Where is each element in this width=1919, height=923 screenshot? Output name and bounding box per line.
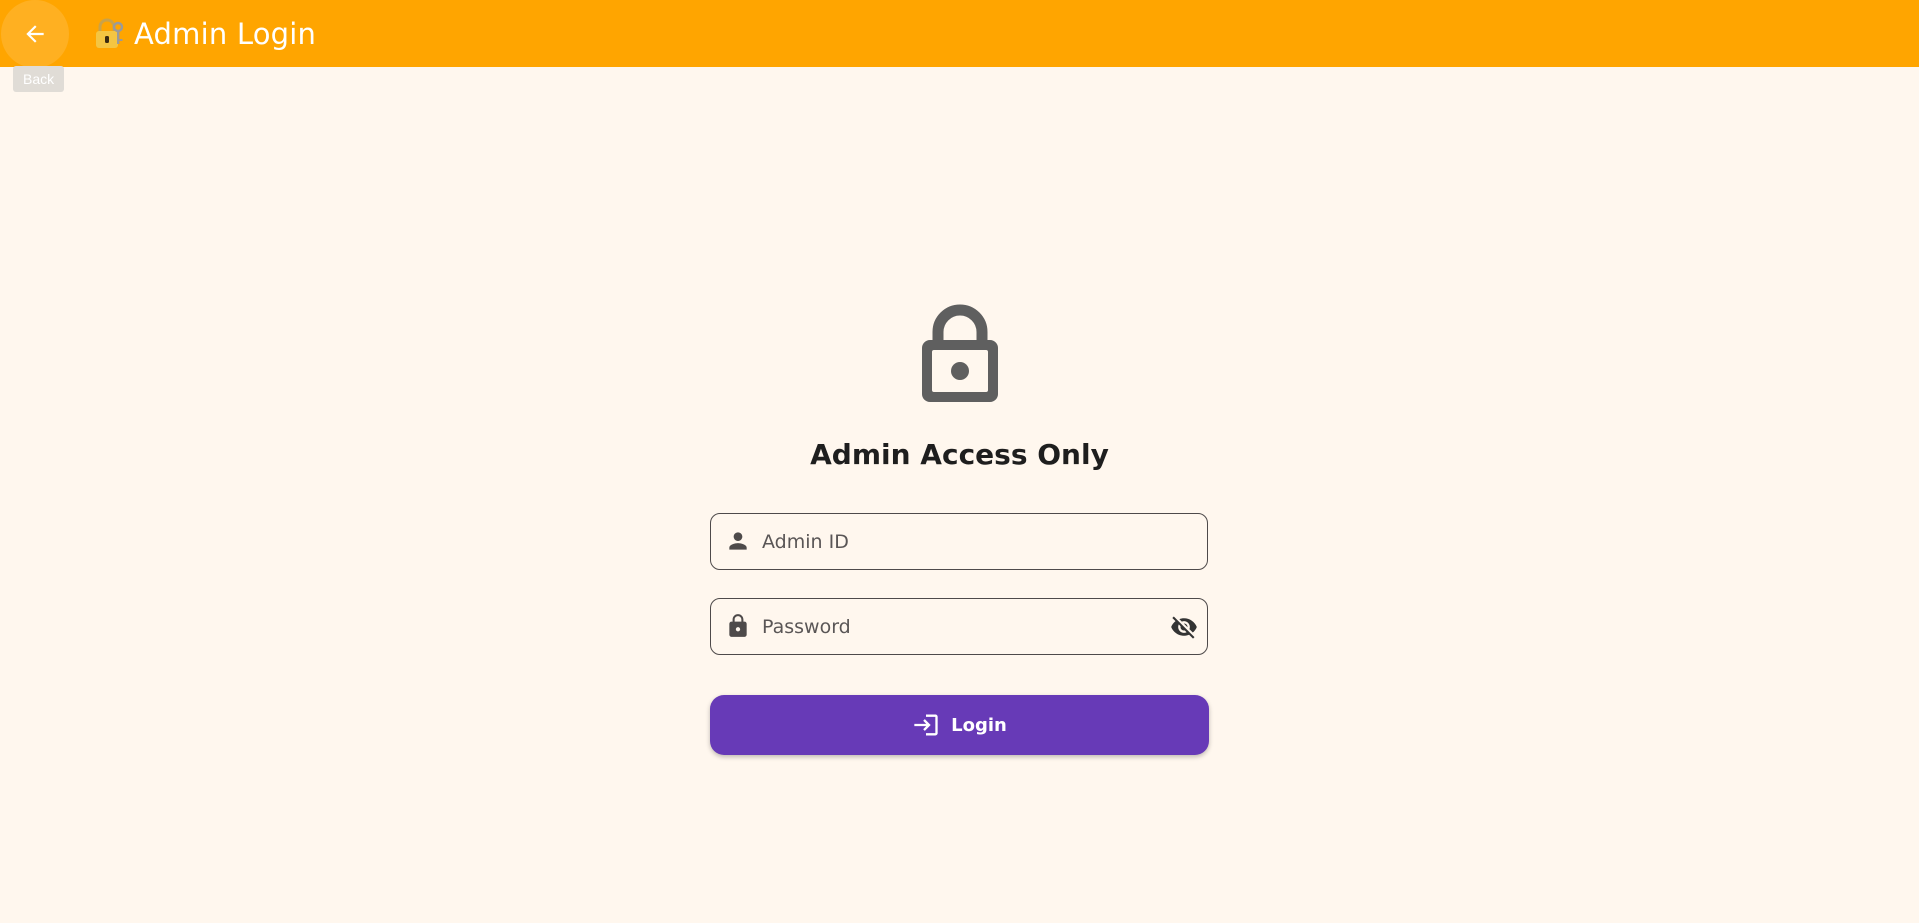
back-button[interactable]: [1, 0, 69, 68]
login-icon: [914, 714, 938, 736]
lock-icon: [922, 304, 998, 402]
lock-icon: [729, 614, 747, 637]
back-tooltip: Back: [13, 66, 65, 92]
admin-id-field[interactable]: [710, 513, 1208, 570]
password-field[interactable]: [710, 598, 1208, 655]
app-bar-title: Admin Login: [94, 14, 316, 54]
admin-id-input[interactable]: [760, 514, 1154, 570]
arrow-left-icon: [26, 25, 44, 43]
lock-with-key-emoji-icon: [96, 18, 124, 48]
app-bar: Admin Login: [0, 0, 1919, 68]
login-button[interactable]: Login: [710, 695, 1209, 755]
password-input[interactable]: [760, 599, 1154, 655]
login-button-label: Login: [951, 714, 1007, 736]
access-heading: Admin Access Only: [810, 438, 1109, 471]
visibility-off-icon[interactable]: [1169, 613, 1199, 641]
person-icon: [729, 532, 747, 550]
page-title: Admin Login: [134, 17, 317, 51]
